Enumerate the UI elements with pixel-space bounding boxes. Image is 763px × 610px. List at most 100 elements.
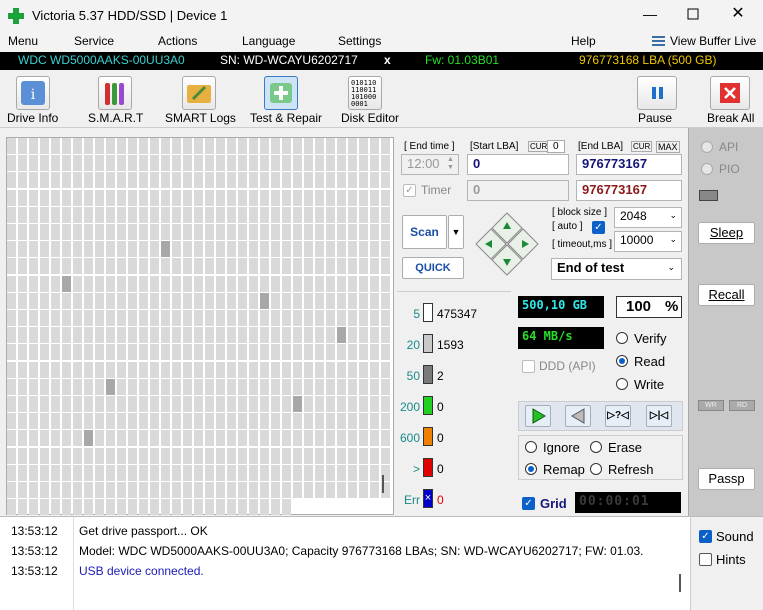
grid-block	[348, 396, 357, 412]
grid-block	[150, 310, 159, 326]
grid-block	[337, 241, 346, 258]
direction-pad[interactable]	[474, 211, 540, 277]
log-message: USB device connected.	[79, 564, 204, 578]
pause-button[interactable]	[637, 76, 677, 110]
block-size-select[interactable]: 2048 ⌄	[614, 207, 682, 228]
end-max-button[interactable]: MAX	[656, 141, 680, 153]
end-lba-input[interactable]: 976773167	[576, 154, 682, 175]
grid-block	[183, 482, 192, 498]
grid-block	[304, 206, 313, 223]
test-repair-button[interactable]	[264, 76, 298, 110]
grid-block	[161, 499, 170, 516]
grid-block	[216, 430, 225, 447]
grid-block	[326, 292, 335, 309]
end-lba-2-input[interactable]: 976773167	[576, 180, 682, 201]
grid-block	[260, 275, 269, 292]
grid-block	[194, 344, 203, 361]
api-radio[interactable]	[701, 141, 713, 153]
grid-block	[381, 430, 390, 447]
ddd-checkbox[interactable]	[522, 360, 535, 373]
grid-block	[128, 464, 137, 481]
menu-item[interactable]: Menu	[8, 34, 38, 48]
grid-block	[282, 189, 291, 206]
hints-checkbox[interactable]	[699, 553, 712, 566]
grid-block	[293, 378, 302, 395]
grid-scrollbar[interactable]	[382, 475, 384, 493]
scan-button[interactable]: Scan	[402, 215, 447, 249]
write-radio[interactable]	[616, 378, 628, 390]
grid-block	[40, 499, 49, 516]
grid-block	[227, 189, 236, 206]
grid-block	[51, 327, 60, 344]
drive-info-label: Drive Info	[7, 111, 59, 125]
timer-checkbox[interactable]: ✓	[403, 184, 416, 197]
grid-block	[194, 258, 203, 275]
drive-info-button[interactable]: i	[16, 76, 50, 110]
grid-block	[315, 258, 324, 275]
minimize-button[interactable]: —	[635, 6, 665, 26]
grid-block	[183, 327, 192, 344]
grid-block	[106, 482, 115, 498]
end-cur-button[interactable]: CUR	[631, 141, 653, 152]
sleep-button[interactable]: Sleep	[698, 222, 755, 244]
grid-block	[326, 310, 335, 326]
grid-block	[315, 241, 324, 258]
rewind-button[interactable]	[565, 405, 591, 427]
maximize-button[interactable]	[683, 4, 703, 24]
erase-radio[interactable]	[590, 441, 602, 453]
pause-label: Pause	[638, 111, 673, 125]
smart-logs-button[interactable]	[182, 76, 216, 110]
grid-block	[139, 258, 148, 275]
grid-block	[337, 413, 346, 430]
grid-block	[106, 275, 115, 292]
read-radio[interactable]	[616, 355, 628, 367]
menu-bar: Menu Service Actions Language Settings H…	[0, 32, 763, 52]
grid-block	[381, 378, 390, 395]
grid-block	[315, 413, 324, 430]
grid-block	[370, 258, 379, 275]
close-button[interactable]: ✕	[728, 3, 748, 23]
recall-button[interactable]: Recall	[698, 284, 755, 306]
skip-unknown-button[interactable]: ▷?◁	[605, 405, 631, 427]
smart-button[interactable]	[98, 76, 132, 110]
play-button[interactable]	[525, 405, 551, 427]
grid-block	[326, 224, 335, 240]
log-time: 13:53:12	[11, 524, 58, 538]
refresh-label: Refresh	[608, 462, 654, 477]
break-all-button[interactable]	[710, 76, 750, 110]
ddd-label: DDD (API)	[539, 359, 596, 373]
auto-checkbox[interactable]: ✓	[592, 221, 605, 234]
menu-item[interactable]: Actions	[158, 34, 197, 48]
pio-radio[interactable]	[701, 163, 713, 175]
sound-checkbox[interactable]: ✓	[699, 530, 712, 543]
grid-block	[29, 292, 38, 309]
passp-button[interactable]: Passp	[698, 468, 755, 490]
end-of-test-select[interactable]: End of test ⌄	[551, 258, 682, 280]
grid-block	[194, 430, 203, 447]
remap-radio[interactable]	[525, 463, 537, 475]
menu-item[interactable]: Help	[571, 34, 596, 48]
menu-item[interactable]: Language	[242, 34, 295, 48]
grid-checkbox[interactable]: ✓	[522, 497, 535, 510]
timeout-select[interactable]: 10000 ⌄	[614, 231, 682, 252]
menu-item[interactable]: Settings	[338, 34, 381, 48]
scan-dropdown[interactable]: ▼	[448, 215, 464, 249]
grid-block	[337, 464, 346, 481]
stat-color-block	[423, 427, 433, 446]
view-buffer-live[interactable]: View Buffer Live	[670, 34, 756, 48]
refresh-radio[interactable]	[590, 463, 602, 475]
end-skip-button[interactable]: ▷|◁	[646, 405, 672, 427]
grid-block	[128, 172, 137, 189]
grid-block	[62, 206, 71, 223]
close-drive-icon[interactable]: x	[384, 53, 391, 67]
timer-input[interactable]: 0	[467, 180, 569, 201]
grid-block	[227, 172, 236, 189]
grid-block	[84, 138, 93, 154]
quick-button[interactable]: QUICK	[402, 257, 464, 279]
ignore-radio[interactable]	[525, 441, 537, 453]
start-lba-input[interactable]: 0	[467, 154, 569, 175]
menu-item[interactable]: Service	[74, 34, 114, 48]
disk-editor-button[interactable]: 010110 110011 101000 0001	[348, 76, 382, 110]
end-time-spinner[interactable]: ▲ ▼	[447, 156, 454, 172]
verify-radio[interactable]	[616, 332, 628, 344]
